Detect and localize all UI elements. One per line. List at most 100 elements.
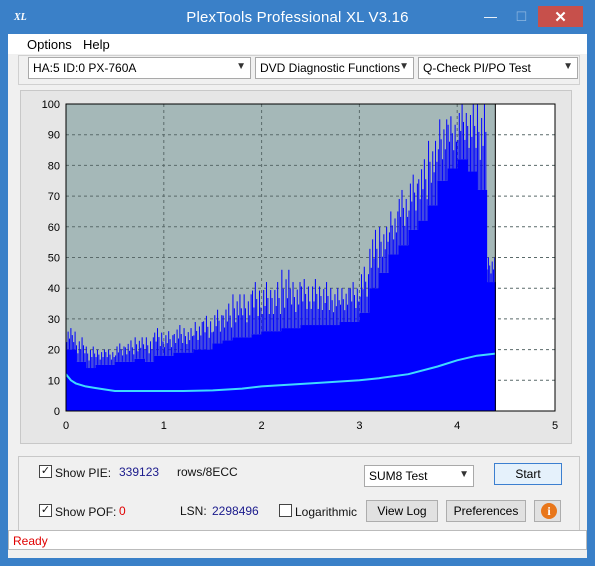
- lsn-value: 2298496: [212, 504, 259, 518]
- pie-bar: [144, 361, 155, 411]
- pie-bar: [466, 171, 478, 411]
- pie-bar: [310, 325, 321, 411]
- y-tick-label: 80: [48, 160, 60, 172]
- pi-po-chart: 0 10 20 30 40 50 60 70 80 90 100 0 1 2 3 4 5: [42, 99, 558, 432]
- close-button[interactable]: ✕: [538, 6, 583, 27]
- pie-bar: [349, 321, 360, 411]
- pie-bar: [359, 312, 370, 411]
- maximize-button[interactable]: ☐: [508, 6, 535, 27]
- function-select[interactable]: DVD Diagnostic Functions ▼: [255, 57, 414, 79]
- test-select[interactable]: Q-Check PI/PO Test ▼: [418, 57, 578, 79]
- pie-bar: [114, 361, 126, 411]
- y-tick-label: 0: [54, 406, 60, 418]
- chevron-down-icon: ▼: [563, 61, 573, 72]
- pie-bar: [212, 343, 224, 411]
- x-tick-label: 3: [356, 420, 362, 432]
- pie-bar: [300, 325, 312, 411]
- chevron-down-icon: ▼: [236, 61, 246, 72]
- pie-bar: [339, 321, 351, 411]
- pie-bar: [476, 189, 488, 411]
- pie-bar: [378, 272, 390, 411]
- x-tick-label: 4: [454, 420, 460, 432]
- drive-select[interactable]: HA:5 ID:0 PX-760A ▼: [28, 57, 251, 79]
- pie-bar: [222, 340, 233, 411]
- pie-bar: [427, 205, 439, 411]
- menu-options[interactable]: Options: [27, 37, 72, 52]
- client-area: Options Help HA:5 ID:0 PX-760A ▼ DVD Dia…: [8, 34, 587, 558]
- pie-bar: [202, 349, 214, 411]
- pie-bar: [281, 328, 292, 411]
- y-tick-label: 60: [48, 222, 60, 234]
- x-tick-label: 5: [552, 420, 558, 432]
- show-poe-checkbox[interactable]: ✓: [39, 504, 52, 517]
- y-tick-label: 10: [48, 375, 60, 387]
- title-bar[interactable]: XL PlexTools Professional XL V3.16 — ☐ ✕: [0, 0, 595, 34]
- show-pie-label: Show PIE:: [55, 466, 112, 480]
- pie-value: 339123: [119, 465, 160, 479]
- pie-bar: [398, 245, 409, 411]
- drive-select-value: HA:5 ID:0 PX-760A: [33, 61, 137, 75]
- window-title: PlexTools Professional XL V3.16: [186, 9, 409, 26]
- test-select-value: Q-Check PI/PO Test: [423, 61, 531, 75]
- minimize-button[interactable]: —: [477, 6, 504, 27]
- status-bar: Ready: [8, 530, 587, 550]
- pie-bar: [437, 180, 449, 411]
- pie-bar: [251, 334, 263, 411]
- pie-bar: [330, 325, 341, 411]
- menu-bar: Options Help: [8, 34, 587, 54]
- pie-bar: [447, 168, 458, 411]
- logarithmic-label: Logarithmic: [295, 505, 358, 519]
- y-tick-label: 100: [42, 99, 60, 111]
- pi-po-chart-panel: 0 10 20 30 40 50 60 70 80 90 100 0 1 2 3 4 5: [20, 90, 572, 444]
- plextools-window: XL PlexTools Professional XL V3.16 — ☐ ✕…: [0, 0, 595, 566]
- pie-bar: [232, 337, 243, 411]
- menu-help[interactable]: Help: [83, 37, 110, 52]
- pie-bar: [193, 349, 204, 411]
- info-icon: i: [541, 503, 557, 519]
- pie-bar: [154, 355, 165, 411]
- preferences-button[interactable]: Preferences: [446, 500, 526, 522]
- x-tick-label: 2: [259, 420, 265, 432]
- pie-bar: [290, 328, 302, 411]
- pie-bar: [271, 331, 282, 411]
- view-log-button[interactable]: View Log: [366, 500, 438, 522]
- pie-bar: [369, 288, 380, 411]
- pie-bar: [134, 358, 145, 411]
- poe-value: 0: [119, 504, 126, 518]
- y-tick-label: 40: [48, 283, 60, 295]
- lsn-label: LSN:: [180, 504, 207, 518]
- y-tick-label: 30: [48, 314, 60, 326]
- pie-bar: [163, 355, 175, 411]
- pie-bar: [388, 254, 400, 411]
- x-tick-label: 0: [63, 420, 69, 432]
- chevron-down-icon: ▼: [399, 61, 409, 72]
- pie-bar: [320, 325, 331, 411]
- function-select-value: DVD Diagnostic Functions: [260, 61, 401, 75]
- y-tick-label: 90: [48, 130, 60, 142]
- sum-test-select[interactable]: SUM8 Test ▼: [364, 465, 474, 487]
- pie-bar: [124, 361, 136, 411]
- y-tick-label: 50: [48, 253, 60, 265]
- start-button[interactable]: Start: [494, 463, 562, 485]
- pie-bar: [457, 159, 468, 411]
- info-button[interactable]: i: [534, 500, 561, 522]
- pie-bar: [242, 337, 253, 411]
- pie-bar: [261, 331, 272, 411]
- status-text: Ready: [13, 534, 48, 548]
- pie-unit: rows/8ECC: [177, 465, 238, 479]
- pie-bar: [105, 364, 116, 411]
- logarithmic-checkbox[interactable]: [279, 504, 292, 517]
- show-poe-label: Show POF:: [55, 505, 117, 519]
- pie-bar: [173, 352, 184, 411]
- sum-test-value: SUM8 Test: [369, 469, 428, 483]
- y-tick-label: 20: [48, 345, 60, 357]
- show-pie-checkbox[interactable]: ✓: [39, 465, 52, 478]
- pie-bar: [408, 229, 419, 411]
- pie-bar: [183, 352, 194, 411]
- pie-bar: [418, 220, 429, 411]
- x-tick-label: 1: [161, 420, 167, 432]
- pie-bar: [486, 282, 496, 411]
- y-tick-label: 70: [48, 191, 60, 203]
- pie-bar: [85, 368, 96, 411]
- chevron-down-icon: ▼: [459, 469, 469, 480]
